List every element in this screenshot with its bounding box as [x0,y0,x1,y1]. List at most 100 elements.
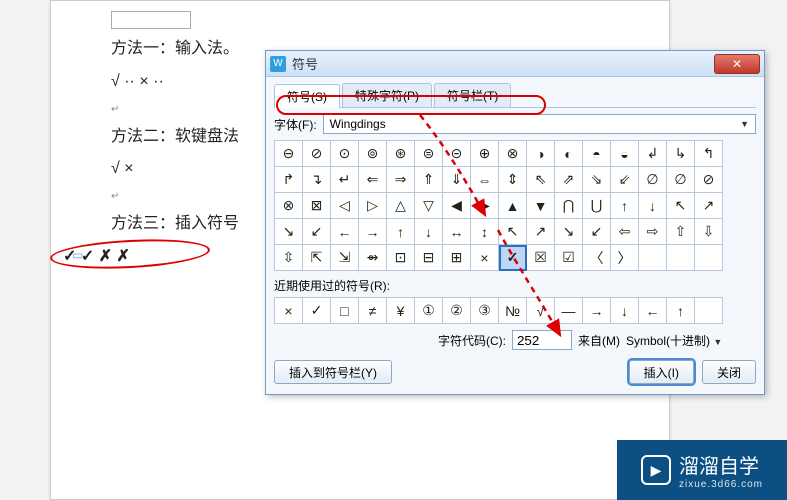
symbol-cell[interactable]: 〈 [583,245,611,271]
symbol-cell[interactable]: ⇱ [303,245,331,271]
symbol-cell[interactable]: ⇦ [611,219,639,245]
symbol-cell[interactable]: ⇒ [387,167,415,193]
symbol-cell[interactable]: × [471,245,499,271]
recent-symbol-cell[interactable] [695,298,723,324]
recent-symbol-cell[interactable]: ↓ [611,298,639,324]
symbol-cell[interactable]: ⊙ [331,141,359,167]
symbol-cell[interactable]: ↱ [275,167,303,193]
symbol-cell[interactable]: ⊟ [415,245,443,271]
symbol-cell[interactable]: ⇔ [471,167,499,193]
symbol-cell[interactable]: ⊗ [499,141,527,167]
symbol-cell[interactable]: ⇙ [611,167,639,193]
symbol-cell[interactable]: ⊡ [387,245,415,271]
symbol-cell[interactable]: ⊜ [415,141,443,167]
symbol-cell[interactable]: ⊚ [359,141,387,167]
recent-symbol-cell[interactable]: ① [415,298,443,324]
symbol-cell[interactable]: ⇕ [499,167,527,193]
symbol-cell[interactable]: ☒ [527,245,555,271]
symbol-cell[interactable]: △ [387,193,415,219]
recent-symbol-cell[interactable]: □ [331,298,359,324]
symbol-cell[interactable]: ↗ [527,219,555,245]
symbol-cell[interactable]: ↑ [387,219,415,245]
close-dialog-button[interactable]: 关闭 [702,360,756,384]
symbol-cell[interactable]: ◁ [331,193,359,219]
symbol-cell[interactable]: ↓ [639,193,667,219]
recent-symbol-cell[interactable]: → [583,298,611,324]
recent-symbol-cell[interactable]: ¥ [387,298,415,324]
recent-symbol-cell[interactable]: ≠ [359,298,387,324]
recent-symbol-cell[interactable]: √ [527,298,555,324]
symbol-cell[interactable]: ∅ [639,167,667,193]
symbol-cell[interactable]: ⇓ [443,167,471,193]
symbol-cell[interactable]: ⇗ [555,167,583,193]
symbol-cell[interactable]: ◒ [611,141,639,167]
symbol-cell[interactable]: ⇳ [275,245,303,271]
recent-symbol-cell[interactable]: — [555,298,583,324]
recent-symbol-cell[interactable]: × [275,298,303,324]
symbol-cell[interactable]: ⋂ [555,193,583,219]
symbol-cell[interactable]: ↖ [667,193,695,219]
symbol-cell[interactable]: ↖ [499,219,527,245]
charcode-input[interactable] [512,330,572,350]
symbol-cell[interactable]: ⊖ [275,141,303,167]
symbol-cell[interactable]: ∅ [667,167,695,193]
symbol-cell[interactable]: ▷ [359,193,387,219]
symbol-cell[interactable]: ↓ [415,219,443,245]
symbol-cell[interactable]: ▲ [499,193,527,219]
symbol-cell[interactable]: ↑ [611,193,639,219]
symbol-cell[interactable]: ⇖ [527,167,555,193]
recent-symbol-cell[interactable]: ↑ [667,298,695,324]
symbol-cell[interactable]: ⊘ [695,167,723,193]
symbol-cell[interactable]: ⇲ [331,245,359,271]
symbol-cell[interactable]: ↴ [303,167,331,193]
symbol-cell[interactable]: ↕ [471,219,499,245]
from-combobox[interactable]: Symbol(十进制) ▼ [626,332,756,349]
font-combobox[interactable]: Wingdings ▼ [323,114,756,134]
symbol-cell[interactable]: ↗ [695,193,723,219]
recent-symbol-cell[interactable]: ③ [471,298,499,324]
symbol-cell[interactable]: → [359,219,387,245]
symbol-cell[interactable]: ⇴ [359,245,387,271]
symbol-cell[interactable]: ⊗ [275,193,303,219]
symbol-cell[interactable]: ⊝ [443,141,471,167]
symbol-cell[interactable]: ◓ [583,141,611,167]
symbol-cell[interactable]: ⇩ [695,219,723,245]
symbol-cell[interactable]: ⋃ [583,193,611,219]
symbol-cell[interactable]: ◀ [443,193,471,219]
symbol-cell[interactable]: ↰ [695,141,723,167]
symbol-cell[interactable]: ⇑ [415,167,443,193]
symbol-cell[interactable]: ↵ [331,167,359,193]
symbol-cell[interactable]: ◑ [527,141,555,167]
symbol-cell[interactable]: ⇐ [359,167,387,193]
symbol-cell[interactable] [667,245,695,271]
symbol-cell[interactable] [639,245,667,271]
symbol-cell[interactable]: ↔ [443,219,471,245]
symbol-cell[interactable]: ← [331,219,359,245]
symbol-cell[interactable]: ⊘ [303,141,331,167]
dialog-titlebar[interactable]: W 符号 ✕ [266,51,764,77]
recent-symbol-cell[interactable]: ② [443,298,471,324]
symbol-cell[interactable]: ▶ [471,193,499,219]
symbol-cell[interactable]: ⊞ [443,245,471,271]
symbol-cell[interactable]: ☑ [555,245,583,271]
recent-symbol-cell[interactable]: ✓ [303,298,331,324]
recent-symbol-cell[interactable]: № [499,298,527,324]
symbol-cell[interactable] [695,245,723,271]
insert-to-bar-button[interactable]: 插入到符号栏(Y) [274,360,392,384]
insert-button[interactable]: 插入(I) [629,360,694,384]
symbol-cell[interactable]: ↘ [275,219,303,245]
symbol-cell[interactable]: ⊠ [303,193,331,219]
symbol-cell[interactable]: ⇧ [667,219,695,245]
close-button[interactable]: ✕ [714,54,760,74]
symbol-cell[interactable]: ✓ [499,245,527,271]
symbol-cell[interactable]: ↳ [667,141,695,167]
symbol-cell[interactable]: ⇘ [583,167,611,193]
symbol-cell[interactable]: ⊕ [471,141,499,167]
symbol-cell[interactable]: ↙ [303,219,331,245]
symbol-cell[interactable]: 〉 [611,245,639,271]
symbol-cell[interactable]: ▼ [527,193,555,219]
symbol-cell[interactable]: ▽ [415,193,443,219]
symbol-cell[interactable]: ↲ [639,141,667,167]
symbol-cell[interactable]: ↘ [555,219,583,245]
symbol-cell[interactable]: ◐ [555,141,583,167]
